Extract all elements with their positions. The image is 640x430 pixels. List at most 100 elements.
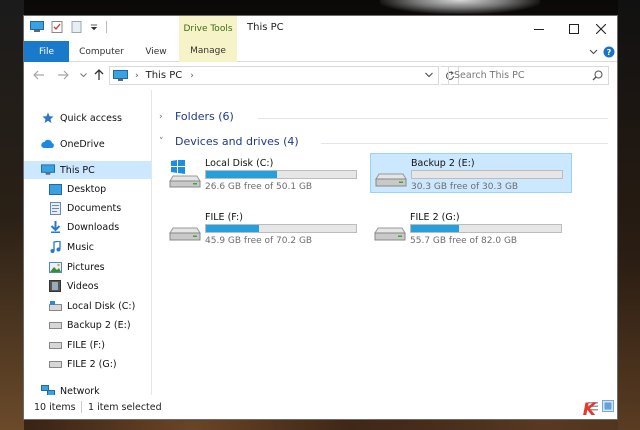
drive-tools-context-label: Drive Tools bbox=[179, 16, 237, 41]
toolbar-separator bbox=[106, 21, 107, 33]
sidebar-item-file-2-g[interactable]: FILE 2 (G:) bbox=[24, 355, 151, 373]
drive-name: FILE (F:) bbox=[205, 212, 243, 223]
back-button[interactable] bbox=[32, 68, 46, 82]
sidebar-item-backup-2-e[interactable]: Backup 2 (E:) bbox=[24, 316, 151, 334]
computer-icon bbox=[41, 163, 55, 177]
folders-group-header[interactable]: › Folders (6) bbox=[159, 110, 234, 123]
sidebar-item-label: Desktop bbox=[67, 183, 107, 195]
drive-free-space: 30.3 GB free of 30.3 GB bbox=[411, 182, 519, 192]
drive-icon bbox=[48, 357, 62, 371]
search-box[interactable]: Search This PC bbox=[448, 66, 609, 85]
chevron-down-icon: ˅ bbox=[159, 136, 164, 147]
sidebar-item-label: Downloads bbox=[67, 221, 120, 233]
drive-name: FILE 2 (G:) bbox=[410, 212, 460, 223]
content-pane: › Folders (6) ˅ Devices and drives (4) L… bbox=[153, 90, 617, 395]
videos-icon bbox=[48, 279, 62, 293]
background-left-strip bbox=[0, 0, 24, 430]
desktop-icon bbox=[48, 182, 62, 196]
capacity-bar bbox=[205, 170, 357, 179]
sidebar-item-documents[interactable]: Documents bbox=[24, 199, 151, 217]
download-icon bbox=[48, 220, 62, 234]
sidebar-item-quick-access[interactable]: Quick access bbox=[24, 109, 151, 127]
group-divider bbox=[258, 118, 608, 119]
drive-tile-file-2-g[interactable]: FILE 2 (G:) 55.7 GB free of 82.0 GB bbox=[370, 208, 572, 248]
sidebar-item-label: Quick access bbox=[60, 112, 122, 124]
background-top-glow bbox=[380, 0, 540, 14]
arrow-left-icon bbox=[33, 70, 44, 80]
windows-drive-icon bbox=[169, 160, 201, 188]
address-row: › This PC › Search This PC bbox=[24, 62, 617, 90]
close-icon bbox=[596, 23, 606, 34]
up-button[interactable] bbox=[92, 68, 106, 82]
address-bar[interactable]: › This PC › bbox=[109, 66, 439, 85]
sidebar-item-label: Music bbox=[67, 241, 95, 253]
drives-group-header[interactable]: ˅ Devices and drives (4) bbox=[159, 135, 299, 148]
minimize-button[interactable] bbox=[521, 16, 557, 41]
sidebar-item-onedrive[interactable]: OneDrive bbox=[24, 135, 151, 153]
drive-tile-file-f[interactable]: FILE (F:) 45.9 GB free of 70.2 GB bbox=[165, 208, 367, 248]
sidebar-item-label: This PC bbox=[60, 164, 95, 176]
properties-icon[interactable] bbox=[50, 21, 64, 33]
recent-locations-button[interactable] bbox=[78, 68, 88, 82]
navigation-pane: Quick access OneDrive This PC Desktop Do… bbox=[24, 90, 152, 397]
sidebar-item-label: FILE (F:) bbox=[67, 339, 105, 351]
group-title: Devices and drives (4) bbox=[175, 135, 299, 148]
expand-ribbon-button[interactable] bbox=[587, 45, 599, 59]
sidebar-item-music[interactable]: Music bbox=[24, 238, 151, 256]
status-divider bbox=[81, 401, 82, 413]
drive-tile-backup-2-e[interactable]: Backup 2 (E:) 30.3 GB free of 30.3 GB bbox=[370, 153, 572, 193]
capacity-bar bbox=[410, 224, 562, 233]
sidebar-item-desktop[interactable]: Desktop bbox=[24, 180, 151, 198]
watermark-text: GEN bbox=[540, 400, 583, 420]
drive-icon bbox=[48, 318, 62, 332]
close-button[interactable] bbox=[583, 16, 619, 41]
item-count: 10 items bbox=[34, 402, 76, 413]
sidebar-item-label: Local Disk (C:) bbox=[67, 300, 136, 312]
search-icon bbox=[592, 70, 603, 81]
pictures-icon bbox=[48, 260, 62, 274]
drive-tile-local-disk-c[interactable]: Local Disk (C:) 26.6 GB free of 50.1 GB bbox=[165, 154, 367, 194]
sidebar-item-downloads[interactable]: Downloads bbox=[24, 218, 151, 236]
breadcrumb-chevron-icon: › bbox=[135, 70, 139, 81]
customize-toolbar-icon[interactable] bbox=[90, 21, 98, 33]
watermark-text-accent: K bbox=[582, 400, 597, 420]
large-icons-view-icon[interactable] bbox=[602, 400, 614, 412]
chevron-down-icon bbox=[589, 49, 597, 55]
tab-computer[interactable]: Computer bbox=[74, 41, 129, 62]
tab-manage[interactable]: Manage bbox=[179, 41, 237, 62]
group-divider bbox=[321, 143, 608, 144]
chevron-down-icon bbox=[79, 72, 87, 77]
breadcrumb-location[interactable]: This PC bbox=[146, 70, 183, 81]
forward-button[interactable] bbox=[56, 68, 70, 82]
drive-icon bbox=[48, 299, 62, 313]
new-folder-icon[interactable] bbox=[70, 21, 84, 33]
ribbon-tab-bar: File Computer View Manage ? bbox=[24, 41, 617, 62]
drive-icon bbox=[48, 338, 62, 352]
capacity-bar bbox=[411, 170, 563, 179]
sidebar-item-this-pc[interactable]: This PC bbox=[24, 161, 151, 179]
drive-free-space: 55.7 GB free of 82.0 GB bbox=[410, 236, 518, 246]
file-explorer-window: Drive Tools This PC File Computer View M… bbox=[23, 15, 618, 420]
tab-view[interactable]: View bbox=[136, 41, 176, 62]
help-icon: ? bbox=[603, 46, 615, 58]
help-button[interactable]: ? bbox=[603, 45, 615, 59]
sidebar-item-videos[interactable]: Videos bbox=[24, 277, 151, 295]
arrow-up-icon bbox=[94, 69, 104, 80]
address-dropdown-icon[interactable] bbox=[425, 70, 433, 80]
sidebar-item-local-disk-c[interactable]: Local Disk (C:) bbox=[24, 297, 151, 315]
star-icon bbox=[41, 111, 55, 125]
sidebar-item-label: Pictures bbox=[67, 261, 105, 273]
breadcrumb-chevron-icon[interactable]: › bbox=[190, 71, 194, 81]
arrow-right-icon bbox=[58, 70, 69, 80]
sidebar-item-pictures[interactable]: Pictures bbox=[24, 258, 151, 276]
computer-icon bbox=[113, 69, 128, 81]
maximize-icon bbox=[569, 23, 579, 34]
drive-icon bbox=[374, 227, 406, 241]
tab-file[interactable]: File bbox=[24, 41, 69, 62]
sidebar-item-file-f[interactable]: FILE (F:) bbox=[24, 336, 151, 354]
selection-count: 1 item selected bbox=[88, 402, 162, 413]
music-icon bbox=[48, 240, 62, 254]
capacity-bar bbox=[205, 224, 357, 233]
drive-free-space: 45.9 GB free of 70.2 GB bbox=[205, 236, 313, 246]
onedrive-icon bbox=[41, 137, 55, 151]
